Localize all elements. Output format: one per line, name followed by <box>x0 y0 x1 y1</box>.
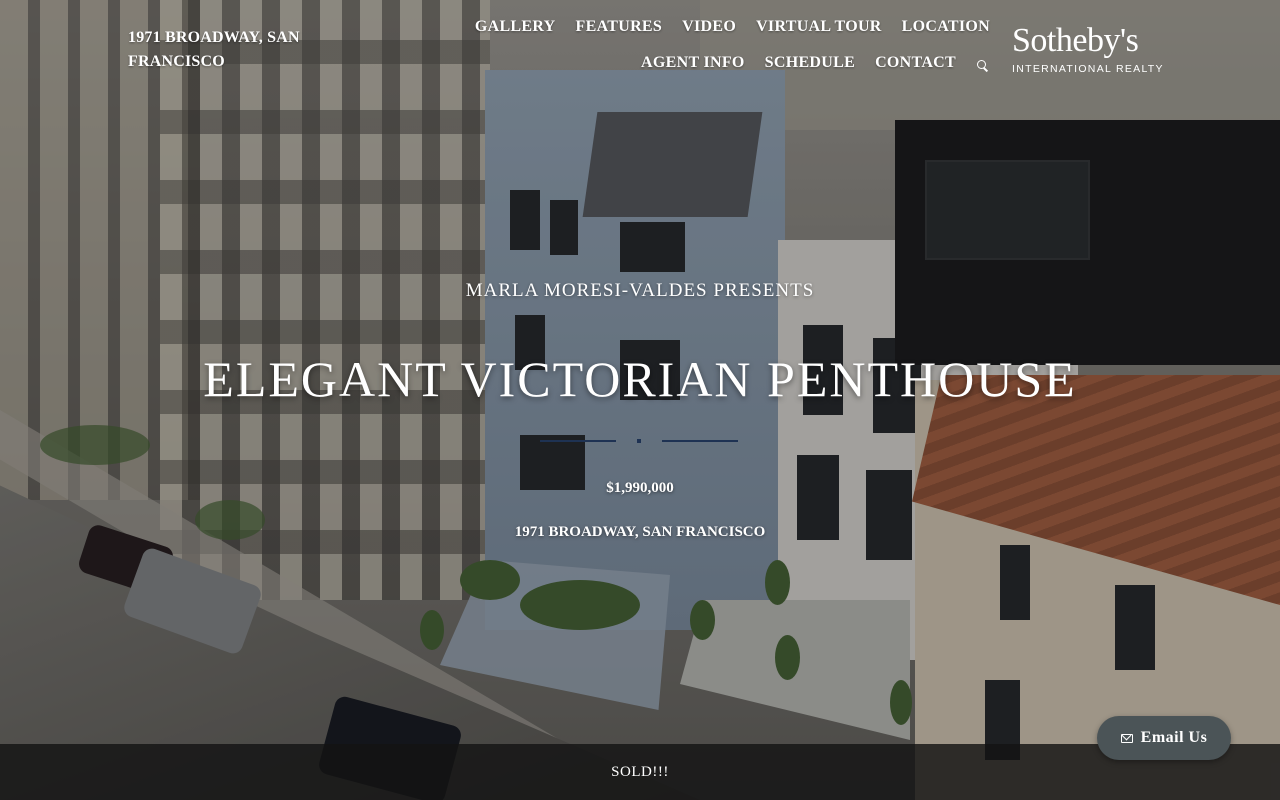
nav-item-virtual-tour[interactable]: VIRTUAL TOUR <box>756 14 882 40</box>
search-icon[interactable] <box>976 50 990 76</box>
nav-item-video[interactable]: VIDEO <box>682 14 736 40</box>
status-text: SOLD!!! <box>611 763 669 780</box>
hero-address: 1971 BROADWAY, SAN FRANCISCO <box>514 524 766 540</box>
nav-item-location[interactable]: LOCATION <box>902 14 990 40</box>
nav-item-features[interactable]: FEATURES <box>576 14 663 40</box>
logo-subtitle-text: INTERNATIONAL REALTY <box>1012 63 1164 75</box>
header-property-address[interactable]: 1971 BROADWAY, SAN FRANCISCO <box>128 26 328 74</box>
main-navigation: GALLERY FEATURES VIDEO VIRTUAL TOUR LOCA… <box>340 14 990 76</box>
hero-price: $1,990,000 <box>606 480 674 496</box>
email-us-button[interactable]: Email Us <box>1097 716 1231 760</box>
sothebys-logo[interactable]: Sotheby's INTERNATIONAL REALTY <box>1012 22 1182 76</box>
nav-item-agent-info[interactable]: AGENT INFO <box>641 50 745 76</box>
logo-brand-text: Sotheby's <box>1012 22 1139 59</box>
nav-item-contact[interactable]: CONTACT <box>875 50 956 76</box>
email-us-label: Email Us <box>1140 729 1208 746</box>
nav-item-gallery[interactable]: GALLERY <box>475 14 556 40</box>
hero-presenter: MARLA MORESI-VALDES PRESENTS <box>465 280 815 301</box>
envelope-icon <box>1120 733 1133 743</box>
hero-divider <box>540 439 740 443</box>
sold-status-bar: SOLD!!! <box>0 744 1280 800</box>
nav-item-schedule[interactable]: SCHEDULE <box>765 50 855 76</box>
hero-headline: ELEGANT VICTORIAN PENTHOUSE <box>203 351 1077 407</box>
